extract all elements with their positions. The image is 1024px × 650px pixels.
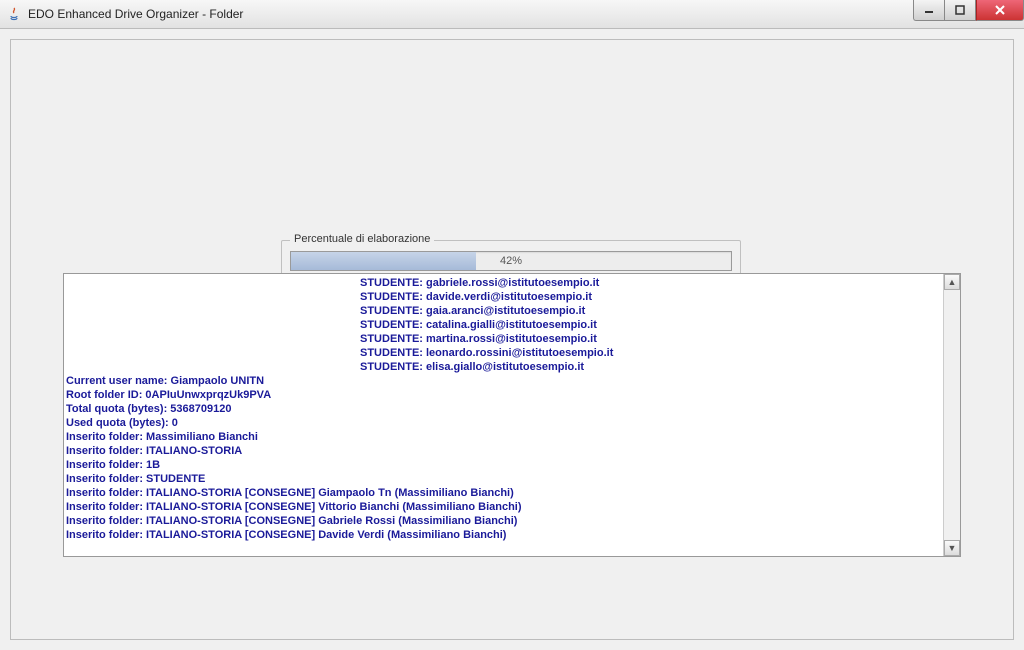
minimize-button[interactable]	[913, 0, 944, 21]
log-line: STUDENTE: elisa.giallo@istitutoesempio.i…	[64, 360, 943, 374]
log-line: Inserito folder: ITALIANO-STORIA [CONSEG…	[64, 514, 943, 528]
maximize-button[interactable]	[944, 0, 976, 21]
log-panel: STUDENTE: gabriele.rossi@istitutoesempio…	[63, 273, 961, 557]
window-title: EDO Enhanced Drive Organizer - Folder	[28, 7, 243, 21]
log-line: STUDENTE: catalina.gialli@istitutoesempi…	[64, 318, 943, 332]
log-line: STUDENTE: gabriele.rossi@istitutoesempio…	[64, 276, 943, 290]
window-controls	[913, 0, 1024, 20]
log-line: Inserito folder: ITALIANO-STORIA	[64, 444, 943, 458]
log-line: Inserito folder: ITALIANO-STORIA [CONSEG…	[64, 486, 943, 500]
log-line: Inserito folder: 1B	[64, 458, 943, 472]
log-line: Current user name: Giampaolo UNITN	[64, 374, 943, 388]
close-button[interactable]	[976, 0, 1024, 21]
titlebar[interactable]: EDO Enhanced Drive Organizer - Folder	[0, 0, 1024, 29]
log-content[interactable]: STUDENTE: gabriele.rossi@istitutoesempio…	[64, 274, 943, 556]
progress-bar: 42%	[290, 251, 732, 271]
progress-label: Percentuale di elaborazione	[290, 233, 434, 245]
window: EDO Enhanced Drive Organizer - Folder Pe…	[0, 0, 1024, 650]
log-line: Used quota (bytes): 0	[64, 416, 943, 430]
scroll-up-button[interactable]: ▲	[944, 274, 960, 290]
log-line: Inserito folder: ITALIANO-STORIA [CONSEG…	[64, 528, 943, 542]
log-line: STUDENTE: gaia.aranci@istitutoesempio.it	[64, 304, 943, 318]
client-area: Percentuale di elaborazione 42% STUDENTE…	[10, 39, 1014, 640]
log-line: Root folder ID: 0APIuUnwxprqzUk9PVA	[64, 388, 943, 402]
log-line: Total quota (bytes): 5368709120	[64, 402, 943, 416]
scrollbar[interactable]: ▲ ▼	[943, 274, 960, 556]
log-line: Inserito folder: Massimiliano Bianchi	[64, 430, 943, 444]
java-icon	[6, 6, 22, 22]
scroll-down-button[interactable]: ▼	[944, 540, 960, 556]
log-line: STUDENTE: leonardo.rossini@istitutoesemp…	[64, 346, 943, 360]
log-line: Inserito folder: ITALIANO-STORIA [CONSEG…	[64, 500, 943, 514]
progress-text: 42%	[291, 252, 731, 270]
log-line: Inserito folder: STUDENTE	[64, 472, 943, 486]
log-line: STUDENTE: martina.rossi@istitutoesempio.…	[64, 332, 943, 346]
log-line: STUDENTE: davide.verdi@istitutoesempio.i…	[64, 290, 943, 304]
